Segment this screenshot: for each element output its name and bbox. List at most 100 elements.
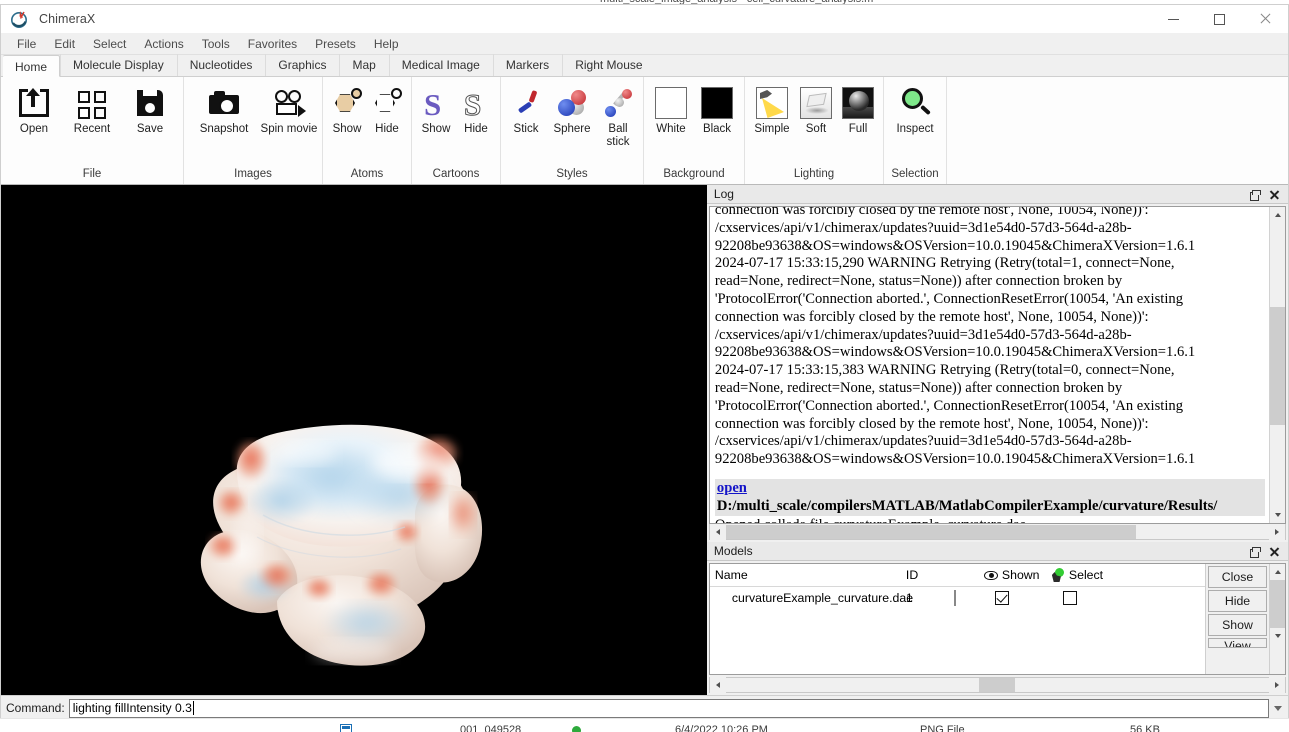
ribbon-group-label-lighting: Lighting bbox=[793, 168, 835, 180]
log-scroll-left-button[interactable] bbox=[709, 523, 726, 540]
minimize-button[interactable] bbox=[1150, 5, 1196, 33]
models-scroll-thumb[interactable] bbox=[1270, 580, 1285, 628]
column-header-id[interactable]: ID bbox=[906, 568, 942, 582]
log-undock-button[interactable] bbox=[1244, 185, 1264, 204]
full-label: Full bbox=[848, 123, 868, 135]
shown-checkbox[interactable] bbox=[994, 590, 1009, 605]
ball-stick-style-button[interactable]: Ball stick bbox=[597, 83, 639, 149]
atoms-hide-label: Hide bbox=[375, 123, 399, 135]
atoms-hide-button[interactable]: Hide bbox=[367, 83, 407, 136]
models-scroll-left-button[interactable] bbox=[709, 677, 726, 693]
command-value: lighting fillIntensity 0.3 bbox=[72, 701, 192, 715]
tab-nucleotides[interactable]: Nucleotides bbox=[176, 54, 266, 76]
tab-map[interactable]: Map bbox=[339, 54, 388, 76]
graphics-viewport[interactable] bbox=[1, 185, 707, 695]
atoms-show-button[interactable]: Show bbox=[327, 83, 367, 136]
lighting-full-button[interactable]: Full bbox=[837, 83, 879, 136]
models-horizontal-scrollbar[interactable] bbox=[708, 677, 1286, 693]
log-line: connection was forcibly closed by the re… bbox=[714, 308, 1149, 325]
cartoon-hide-button[interactable]: S Hide bbox=[456, 83, 496, 136]
log-line: read=None, redirect=None, status=None)) … bbox=[714, 273, 1123, 290]
column-header-shown[interactable]: Shown bbox=[983, 568, 1052, 582]
log-command-link[interactable]: open bbox=[717, 480, 747, 496]
close-button[interactable] bbox=[1242, 5, 1288, 33]
view-model-button[interactable]: View bbox=[1208, 638, 1267, 648]
open-button[interactable]: Open bbox=[5, 83, 63, 136]
models-content-area: Name ID Shown Select curvatureExample_cu… bbox=[708, 563, 1286, 675]
menu-presets[interactable]: Presets bbox=[306, 35, 365, 53]
ribbon-tabbar: Home Molecule Display Nucleotides Graphi… bbox=[1, 54, 1288, 77]
log-scroll-down-button[interactable] bbox=[1270, 507, 1285, 523]
models-undock-button[interactable] bbox=[1244, 542, 1264, 561]
tab-markers[interactable]: Markers bbox=[492, 54, 562, 76]
maximize-button[interactable] bbox=[1196, 5, 1242, 33]
ball-stick-style-icon bbox=[600, 85, 636, 121]
model-select-cell[interactable] bbox=[1052, 590, 1132, 605]
log-scroll-up-button[interactable] bbox=[1270, 207, 1285, 223]
snapshot-button[interactable]: Snapshot bbox=[188, 83, 260, 136]
close-icon bbox=[1259, 13, 1271, 25]
simple-label: Simple bbox=[754, 123, 790, 135]
model-color-cell[interactable] bbox=[942, 589, 984, 606]
stick-style-button[interactable]: Stick bbox=[505, 83, 547, 136]
rainbow-swatch-icon[interactable] bbox=[953, 589, 956, 606]
models-table-header: Name ID Shown Select bbox=[709, 564, 1205, 587]
log-content-area[interactable]: connection was forcibly closed by the re… bbox=[708, 206, 1286, 524]
save-button[interactable]: Save bbox=[121, 83, 179, 136]
show-model-button[interactable]: Show bbox=[1208, 614, 1267, 636]
sphere-style-button[interactable]: Sphere bbox=[547, 83, 597, 136]
log-horizontal-scrollbar[interactable] bbox=[708, 523, 1286, 540]
close-icon bbox=[1269, 547, 1279, 557]
log-command-path: D:/multi_scale/compilersMATLAB/MatlabCom… bbox=[716, 497, 1218, 514]
command-input[interactable]: lighting fillIntensity 0.3 bbox=[68, 698, 1269, 718]
menu-tools[interactable]: Tools bbox=[193, 35, 239, 53]
cartoon-show-button[interactable]: S Show bbox=[416, 83, 456, 136]
lighting-simple-button[interactable]: Simple bbox=[749, 83, 795, 136]
models-close-button[interactable] bbox=[1264, 542, 1284, 561]
models-scroll-right-button[interactable] bbox=[1269, 677, 1285, 693]
menu-help[interactable]: Help bbox=[365, 35, 408, 53]
close-model-button[interactable]: Close bbox=[1208, 566, 1267, 588]
background-white-button[interactable]: White bbox=[648, 83, 694, 136]
tab-molecule-display[interactable]: Molecule Display bbox=[60, 54, 177, 76]
tab-graphics[interactable]: Graphics bbox=[265, 54, 339, 76]
background-black-button[interactable]: Black bbox=[694, 83, 740, 136]
select-checkbox[interactable] bbox=[1062, 590, 1077, 605]
background-file-size: 56 KB bbox=[1130, 724, 1160, 732]
column-header-select[interactable]: Select bbox=[1051, 568, 1132, 582]
save-label: Save bbox=[136, 123, 164, 135]
ribbon-group-images: Snapshot Spin movie Images bbox=[184, 77, 323, 184]
menu-edit[interactable]: Edit bbox=[45, 35, 84, 53]
menu-file[interactable]: File bbox=[8, 35, 45, 53]
tab-right-mouse[interactable]: Right Mouse bbox=[562, 54, 655, 76]
spin-movie-label: Spin movie bbox=[260, 123, 318, 135]
log-close-button[interactable] bbox=[1264, 185, 1284, 204]
spin-movie-button[interactable]: Spin movie bbox=[260, 83, 318, 136]
log-hscroll-thumb[interactable] bbox=[725, 524, 1136, 539]
log-scroll-right-button[interactable] bbox=[1269, 523, 1285, 540]
models-scroll-down-button[interactable] bbox=[1270, 628, 1285, 644]
recent-button[interactable]: Recent bbox=[63, 83, 121, 136]
models-scroll-up-button[interactable] bbox=[1270, 564, 1285, 580]
table-row[interactable]: curvatureExample_curvature.dae 1 bbox=[710, 587, 1205, 608]
undock-icon bbox=[1249, 190, 1261, 201]
inspect-button[interactable]: Inspect bbox=[888, 83, 942, 136]
tab-home[interactable]: Home bbox=[3, 55, 61, 77]
log-scroll-thumb[interactable] bbox=[1270, 307, 1285, 425]
tab-medical-image[interactable]: Medical Image bbox=[388, 54, 493, 76]
stick-style-icon bbox=[508, 85, 544, 121]
command-history-dropdown[interactable] bbox=[1269, 705, 1286, 711]
lighting-soft-button[interactable]: Soft bbox=[795, 83, 837, 136]
film-reel-icon bbox=[271, 85, 307, 121]
cartoon-hide-icon: S bbox=[463, 87, 482, 122]
model-shown-cell[interactable] bbox=[984, 590, 1052, 605]
column-header-name[interactable]: Name bbox=[710, 568, 906, 582]
lighting-full-icon bbox=[840, 85, 876, 121]
models-vertical-scrollbar[interactable] bbox=[1269, 564, 1285, 674]
menu-select[interactable]: Select bbox=[84, 35, 135, 53]
menu-favorites[interactable]: Favorites bbox=[239, 35, 306, 53]
hide-model-button[interactable]: Hide bbox=[1208, 590, 1267, 612]
menu-actions[interactable]: Actions bbox=[135, 35, 192, 53]
log-vertical-scrollbar[interactable] bbox=[1269, 207, 1285, 523]
models-hscroll-thumb[interactable] bbox=[979, 678, 1016, 692]
